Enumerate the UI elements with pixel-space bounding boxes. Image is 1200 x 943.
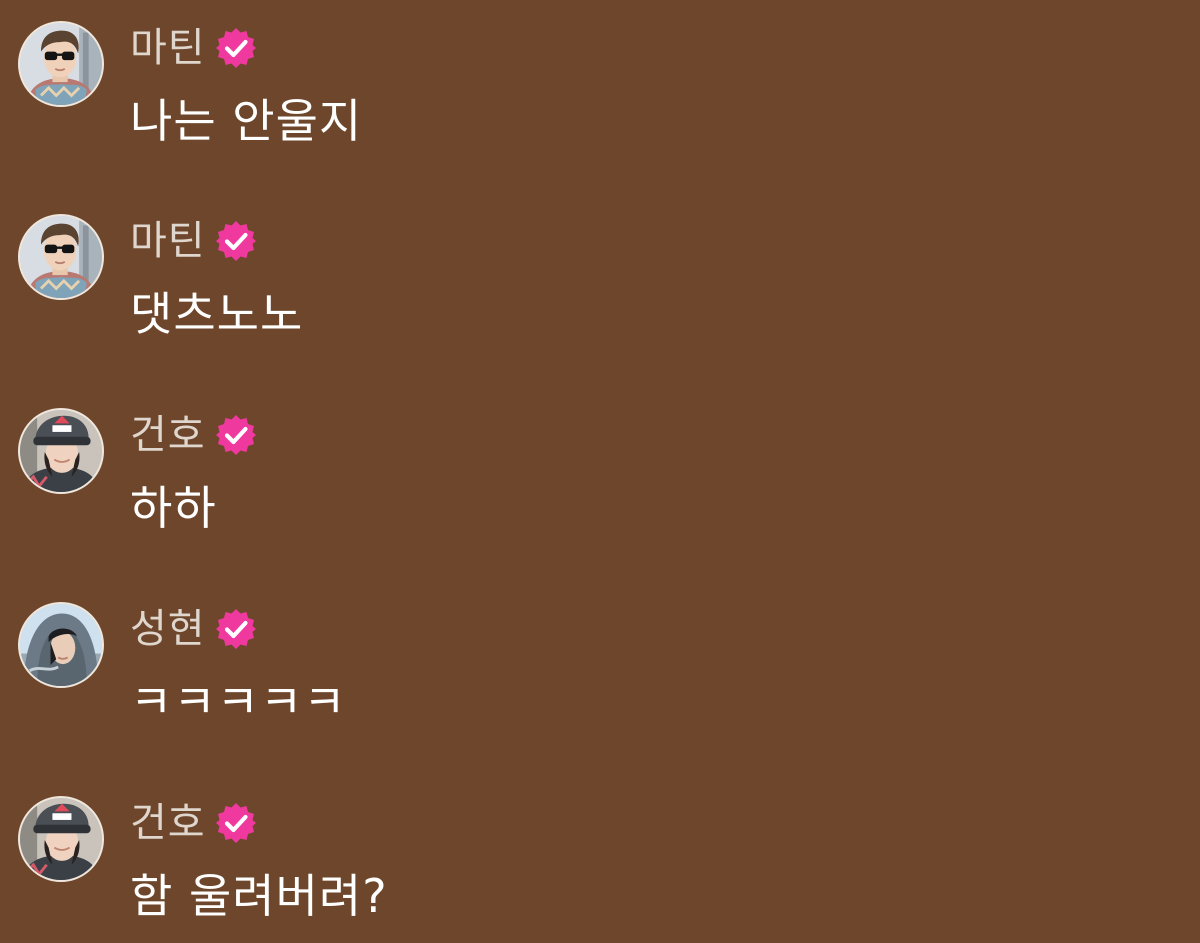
verified-badge-icon (214, 413, 258, 457)
chat-message: 건호 하하 (0, 405, 1200, 555)
chat-message: 성현 ㅋㅋㅋㅋㅋ (0, 599, 1200, 749)
avatar-sunglasses-icon (20, 23, 102, 105)
avatar[interactable] (18, 796, 104, 882)
sender-name[interactable]: 성현 (130, 604, 206, 654)
sender-name[interactable]: 마틴 (130, 23, 206, 73)
sender-name[interactable]: 건호 (130, 798, 206, 848)
sender-row: 마틴 (130, 23, 258, 73)
avatar[interactable] (18, 602, 104, 688)
message-text: 하하 (130, 481, 217, 535)
avatar-cap-icon (20, 798, 102, 880)
sender-row: 건호 (130, 798, 258, 848)
avatar-hood-icon (20, 604, 102, 686)
message-text: 댓츠노노 (130, 287, 304, 341)
chat-message: 마틴 댓츠노노 (0, 211, 1200, 361)
sender-row: 마틴 (130, 216, 258, 266)
chat-message: 건호 함 울려버려? (0, 793, 1200, 943)
message-text: 함 울려버려? (130, 869, 388, 923)
verified-badge-icon (214, 219, 258, 263)
verified-badge-icon (214, 26, 258, 70)
sender-name[interactable]: 마틴 (130, 216, 206, 266)
avatar[interactable] (18, 214, 104, 300)
verified-badge-icon (214, 607, 258, 651)
avatar[interactable] (18, 21, 104, 107)
message-text: ㅋㅋㅋㅋㅋ (130, 675, 347, 729)
sender-row: 성현 (130, 604, 258, 654)
sender-name[interactable]: 건호 (130, 410, 206, 460)
avatar[interactable] (18, 408, 104, 494)
avatar-sunglasses-icon (20, 216, 102, 298)
verified-badge-icon (214, 801, 258, 845)
message-text: 나는 안울지 (130, 94, 363, 148)
avatar-cap-icon (20, 410, 102, 492)
sender-row: 건호 (130, 410, 258, 460)
chat-message-list: 마틴 나는 안울지 마틴 댓츠노노 건호 하하 성현 ㅋㅋㅋㅋㅋ 건호 함 울려… (0, 0, 1200, 939)
chat-message: 마틴 나는 안울지 (0, 18, 1200, 168)
